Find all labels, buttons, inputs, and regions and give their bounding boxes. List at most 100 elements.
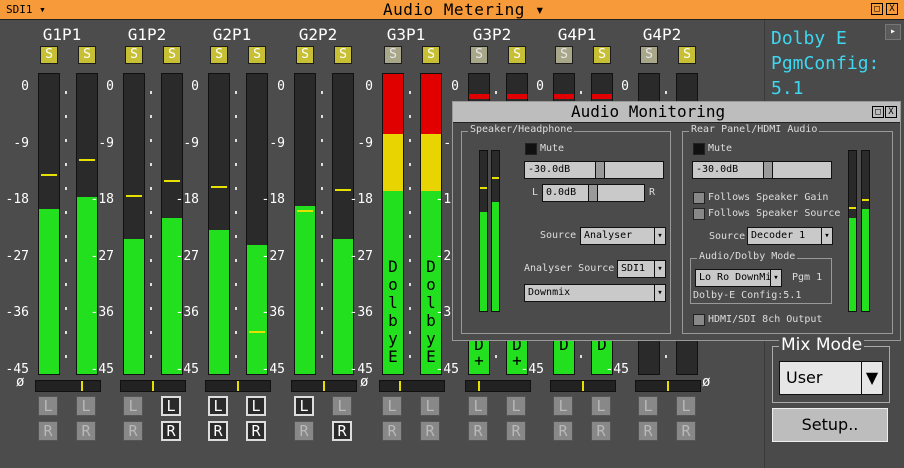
- speaker-meter-right: [491, 150, 500, 312]
- left-channel-button[interactable]: L: [38, 396, 58, 416]
- level-meter: [246, 73, 268, 375]
- left-channel-button[interactable]: L: [638, 396, 658, 416]
- solo-button[interactable]: S: [508, 46, 526, 64]
- close-icon[interactable]: X: [885, 106, 897, 118]
- scale-tick: [321, 307, 323, 310]
- solo-button[interactable]: S: [593, 46, 611, 64]
- left-channel-button[interactable]: L: [208, 396, 228, 416]
- restore-icon[interactable]: □: [872, 106, 884, 118]
- right-channel-button[interactable]: R: [468, 421, 488, 441]
- balance-bar[interactable]: [35, 380, 101, 392]
- left-channel-button[interactable]: L: [553, 396, 573, 416]
- solo-button[interactable]: S: [384, 46, 402, 64]
- phase-icon[interactable]: ø: [360, 374, 368, 390]
- solo-button[interactable]: S: [555, 46, 573, 64]
- solo-button[interactable]: S: [40, 46, 58, 64]
- left-channel-button[interactable]: L: [420, 396, 440, 416]
- left-channel-button[interactable]: L: [468, 396, 488, 416]
- dolby-mode-select[interactable]: Lo Ro DownMix ▾: [695, 269, 782, 287]
- left-channel-button[interactable]: L: [246, 396, 266, 416]
- slider-thumb[interactable]: [595, 162, 605, 178]
- right-channel-button[interactable]: R: [38, 421, 58, 441]
- restore-icon[interactable]: □: [871, 3, 883, 15]
- rear-mute-checkbox[interactable]: [693, 143, 705, 155]
- expand-arrow-icon[interactable]: ▸: [885, 24, 901, 40]
- right-channel-button[interactable]: R: [332, 421, 352, 441]
- right-channel-button[interactable]: R: [638, 421, 658, 441]
- scale-tick: [150, 211, 152, 214]
- right-channel-button[interactable]: R: [382, 421, 402, 441]
- speaker-level-slider[interactable]: -30.0dB: [524, 161, 664, 179]
- speaker-mute-checkbox[interactable]: [525, 143, 537, 155]
- right-channel-button[interactable]: R: [506, 421, 526, 441]
- source-selector[interactable]: SDI1 ▾: [6, 3, 46, 16]
- left-channel-button[interactable]: L: [506, 396, 526, 416]
- solo-button[interactable]: S: [296, 46, 314, 64]
- solo-button[interactable]: S: [125, 46, 143, 64]
- solo-button[interactable]: S: [334, 46, 352, 64]
- left-channel-button[interactable]: L: [591, 396, 611, 416]
- right-channel-button[interactable]: R: [123, 421, 143, 441]
- right-channel-button[interactable]: R: [294, 421, 314, 441]
- solo-button[interactable]: S: [210, 46, 228, 64]
- chevron-down-icon: ▼: [861, 362, 882, 394]
- follows-source-label: Follows Speaker Source: [708, 208, 841, 219]
- right-channel-button[interactable]: R: [420, 421, 440, 441]
- analyser-source-select[interactable]: SDI1 ▾: [617, 260, 666, 278]
- follows-gain-checkbox[interactable]: [693, 192, 705, 204]
- window-title[interactable]: Audio Metering ▾: [383, 0, 545, 19]
- solo-button[interactable]: S: [248, 46, 266, 64]
- balance-bar[interactable]: [205, 380, 271, 392]
- left-channel-button[interactable]: L: [161, 396, 181, 416]
- right-channel-button[interactable]: R: [161, 421, 181, 441]
- solo-button[interactable]: S: [422, 46, 440, 64]
- meter-fill-green: [209, 230, 229, 374]
- right-channel-button[interactable]: R: [591, 421, 611, 441]
- solo-button[interactable]: S: [640, 46, 658, 64]
- rear-source-select[interactable]: Decoder 1 ▾: [747, 227, 833, 245]
- slider-thumb[interactable]: [763, 162, 773, 178]
- hdmi-8ch-checkbox[interactable]: [693, 314, 705, 326]
- solo-button[interactable]: S: [78, 46, 96, 64]
- balance-bar[interactable]: [120, 380, 186, 392]
- left-channel-button[interactable]: L: [332, 396, 352, 416]
- setup-button[interactable]: Setup..: [772, 408, 888, 442]
- solo-button[interactable]: S: [470, 46, 488, 64]
- mix-mode-select[interactable]: User ▼: [779, 361, 883, 395]
- left-channel-button[interactable]: L: [382, 396, 402, 416]
- rear-level-slider[interactable]: -30.0dB: [692, 161, 832, 179]
- solo-button[interactable]: S: [678, 46, 696, 64]
- left-channel-button[interactable]: L: [294, 396, 314, 416]
- phase-icon[interactable]: ø: [16, 374, 24, 390]
- right-channel-button[interactable]: R: [676, 421, 696, 441]
- right-channel-button[interactable]: R: [246, 421, 266, 441]
- balance-bar[interactable]: [635, 380, 701, 392]
- meter-fill-green: [77, 197, 97, 374]
- downmix-select[interactable]: Downmix ▾: [524, 284, 666, 302]
- left-channel-button[interactable]: L: [76, 396, 96, 416]
- left-channel-button[interactable]: L: [123, 396, 143, 416]
- scale-tick: [321, 187, 323, 190]
- slider-thumb[interactable]: [588, 185, 598, 201]
- speaker-balance-slider[interactable]: 0.0dB: [542, 184, 645, 202]
- scale-tick: [150, 91, 152, 94]
- balance-bar[interactable]: [291, 380, 357, 392]
- balance-bar[interactable]: [465, 380, 531, 392]
- follows-source-checkbox[interactable]: [693, 208, 705, 220]
- select-value: Downmix: [528, 287, 571, 298]
- scale-label: -27: [261, 248, 285, 264]
- phase-icon[interactable]: ø: [702, 374, 710, 390]
- right-channel-button[interactable]: R: [76, 421, 96, 441]
- balance-bar[interactable]: [379, 380, 445, 392]
- left-channel-button[interactable]: L: [676, 396, 696, 416]
- solo-button[interactable]: S: [163, 46, 181, 64]
- close-icon[interactable]: X: [886, 3, 898, 15]
- right-channel-button[interactable]: R: [208, 421, 228, 441]
- right-channel-button[interactable]: R: [553, 421, 573, 441]
- speaker-source-select[interactable]: Analyser ▾: [580, 227, 666, 245]
- scale-label: 0: [621, 79, 629, 94]
- source-label: Source: [709, 231, 746, 242]
- scale-tick: [65, 91, 67, 94]
- balance-bar[interactable]: [550, 380, 616, 392]
- scale-tick: [235, 283, 237, 286]
